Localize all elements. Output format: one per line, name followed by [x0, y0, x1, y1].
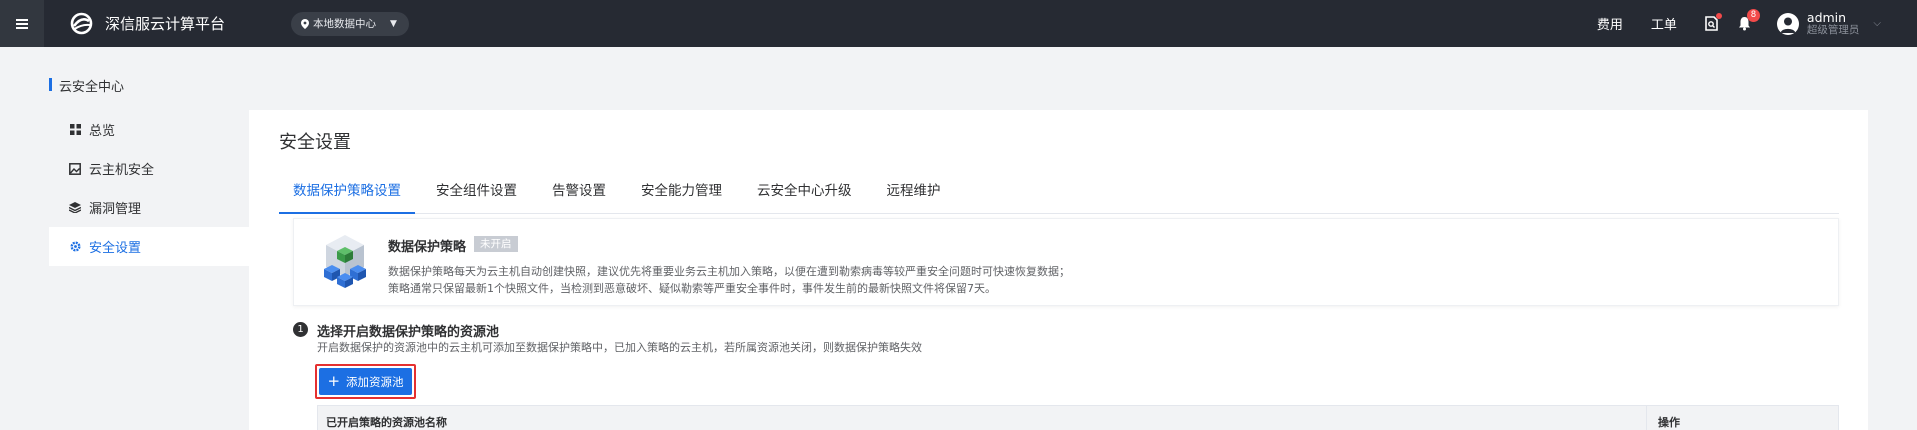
- settings-tabs: 数据保护策略设置 安全组件设置 告警设置 安全能力管理 云安全中心升级 远程维护: [279, 172, 1839, 214]
- policy-info-card: 数据保护策略 未开启 数据保护策略每天为云主机自动创建快照，建议优先将重要业务云…: [293, 218, 1839, 306]
- sidebar-item-label: 总览: [89, 124, 116, 139]
- unread-dot: [1715, 13, 1722, 19]
- caret-down-icon: ▼: [390, 18, 397, 29]
- tab-alert-settings[interactable]: 告警设置: [552, 172, 606, 214]
- page-title: 云安全中心: [49, 76, 124, 95]
- cloud-logo-icon: [70, 12, 93, 35]
- policy-description-line-2: 策略通常只保留最新1个快照文件，当检测到恶意破坏、疑似勒索等严重安全事件时，事件…: [388, 282, 996, 295]
- document-search-icon: [1705, 16, 1718, 31]
- datacenter-selector[interactable]: 本地数据中心 ▼: [291, 11, 409, 36]
- gear-icon: [69, 241, 81, 253]
- step-description: 开启数据保护的资源池中的云主机可添加至数据保护策略中，已加入策略的云主机，若所属…: [317, 341, 922, 354]
- status-badge: 未开启: [474, 236, 518, 252]
- datacenter-label: 本地数据中心: [313, 18, 377, 30]
- add-button-label: 添加资源池: [346, 374, 404, 389]
- sidebar-item-overview[interactable]: 总览: [49, 110, 249, 149]
- layers-icon: [69, 202, 81, 214]
- tab-upgrade[interactable]: 云安全中心升级: [757, 172, 852, 214]
- chevron-down-icon: ⌵: [1873, 18, 1881, 29]
- hamburger-menu-button[interactable]: [0, 0, 44, 47]
- sidebar: 总览 云主机安全 漏洞管理 安全设置: [49, 110, 249, 430]
- user-role: 超级管理员: [1806, 23, 1860, 36]
- image-icon: [69, 162, 81, 175]
- sidebar-item-host-security[interactable]: 云主机安全: [49, 149, 249, 188]
- column-divider: [1646, 406, 1647, 430]
- plus-icon: +: [327, 372, 341, 390]
- sidebar-item-label: 安全设置: [89, 241, 142, 256]
- billing-link[interactable]: 费用: [1597, 14, 1623, 33]
- user-menu[interactable]: admin 超级管理员 ⌵: [1776, 9, 1881, 37]
- menu-icon: [16, 18, 28, 29]
- sidebar-item-label: 漏洞管理: [89, 202, 142, 217]
- report-button[interactable]: [1705, 13, 1722, 31]
- main-panel: 安全设置 数据保护策略设置 安全组件设置 告警设置 安全能力管理 云安全中心升级…: [249, 110, 1868, 430]
- step-number-badge: 1: [293, 322, 308, 337]
- location-pin-icon: [301, 18, 310, 29]
- user-name: admin: [1806, 9, 1847, 25]
- user-icon: [1780, 17, 1796, 33]
- brand-logo[interactable]: 深信服云计算平台: [68, 12, 225, 35]
- sidebar-item-security-settings[interactable]: 安全设置: [49, 227, 249, 266]
- resource-pool-table-header: 已开启策略的资源池名称 操作: [317, 405, 1839, 430]
- policy-description-line-1: 数据保护策略每天为云主机自动创建快照，建议优先将重要业务云主机加入策略，以便在遭…: [388, 265, 1070, 278]
- app-title: 深信服云计算平台: [105, 15, 226, 33]
- data-protection-cube-icon: [324, 235, 366, 288]
- tab-data-protection[interactable]: 数据保护策略设置: [279, 172, 415, 214]
- ticket-link[interactable]: 工单: [1651, 14, 1677, 33]
- sidebar-item-vulnerability[interactable]: 漏洞管理: [49, 188, 249, 227]
- notification-count-badge: 8: [1746, 9, 1760, 22]
- tab-security-components[interactable]: 安全组件设置: [436, 172, 517, 214]
- policy-title: 数据保护策略: [388, 240, 467, 255]
- step-title: 选择开启数据保护策略的资源池: [317, 325, 500, 340]
- tab-remote-maintenance[interactable]: 远程维护: [887, 172, 941, 214]
- section-title: 安全设置: [279, 132, 351, 153]
- top-navigation-bar: 深信服云计算平台 本地数据中心 ▼ 费用 工单 8 admin 超级管理员 ⌵: [0, 0, 1917, 47]
- column-header-pool-name: 已开启策略的资源池名称: [326, 416, 447, 429]
- sidebar-item-label: 云主机安全: [89, 163, 155, 178]
- column-header-actions: 操作: [1658, 416, 1680, 429]
- add-resource-pool-button[interactable]: + 添加资源池: [319, 368, 412, 395]
- tab-capability-management[interactable]: 安全能力管理: [641, 172, 722, 214]
- notifications-button[interactable]: 8: [1738, 9, 1760, 31]
- avatar: [1776, 12, 1799, 35]
- grid-icon: [69, 124, 81, 136]
